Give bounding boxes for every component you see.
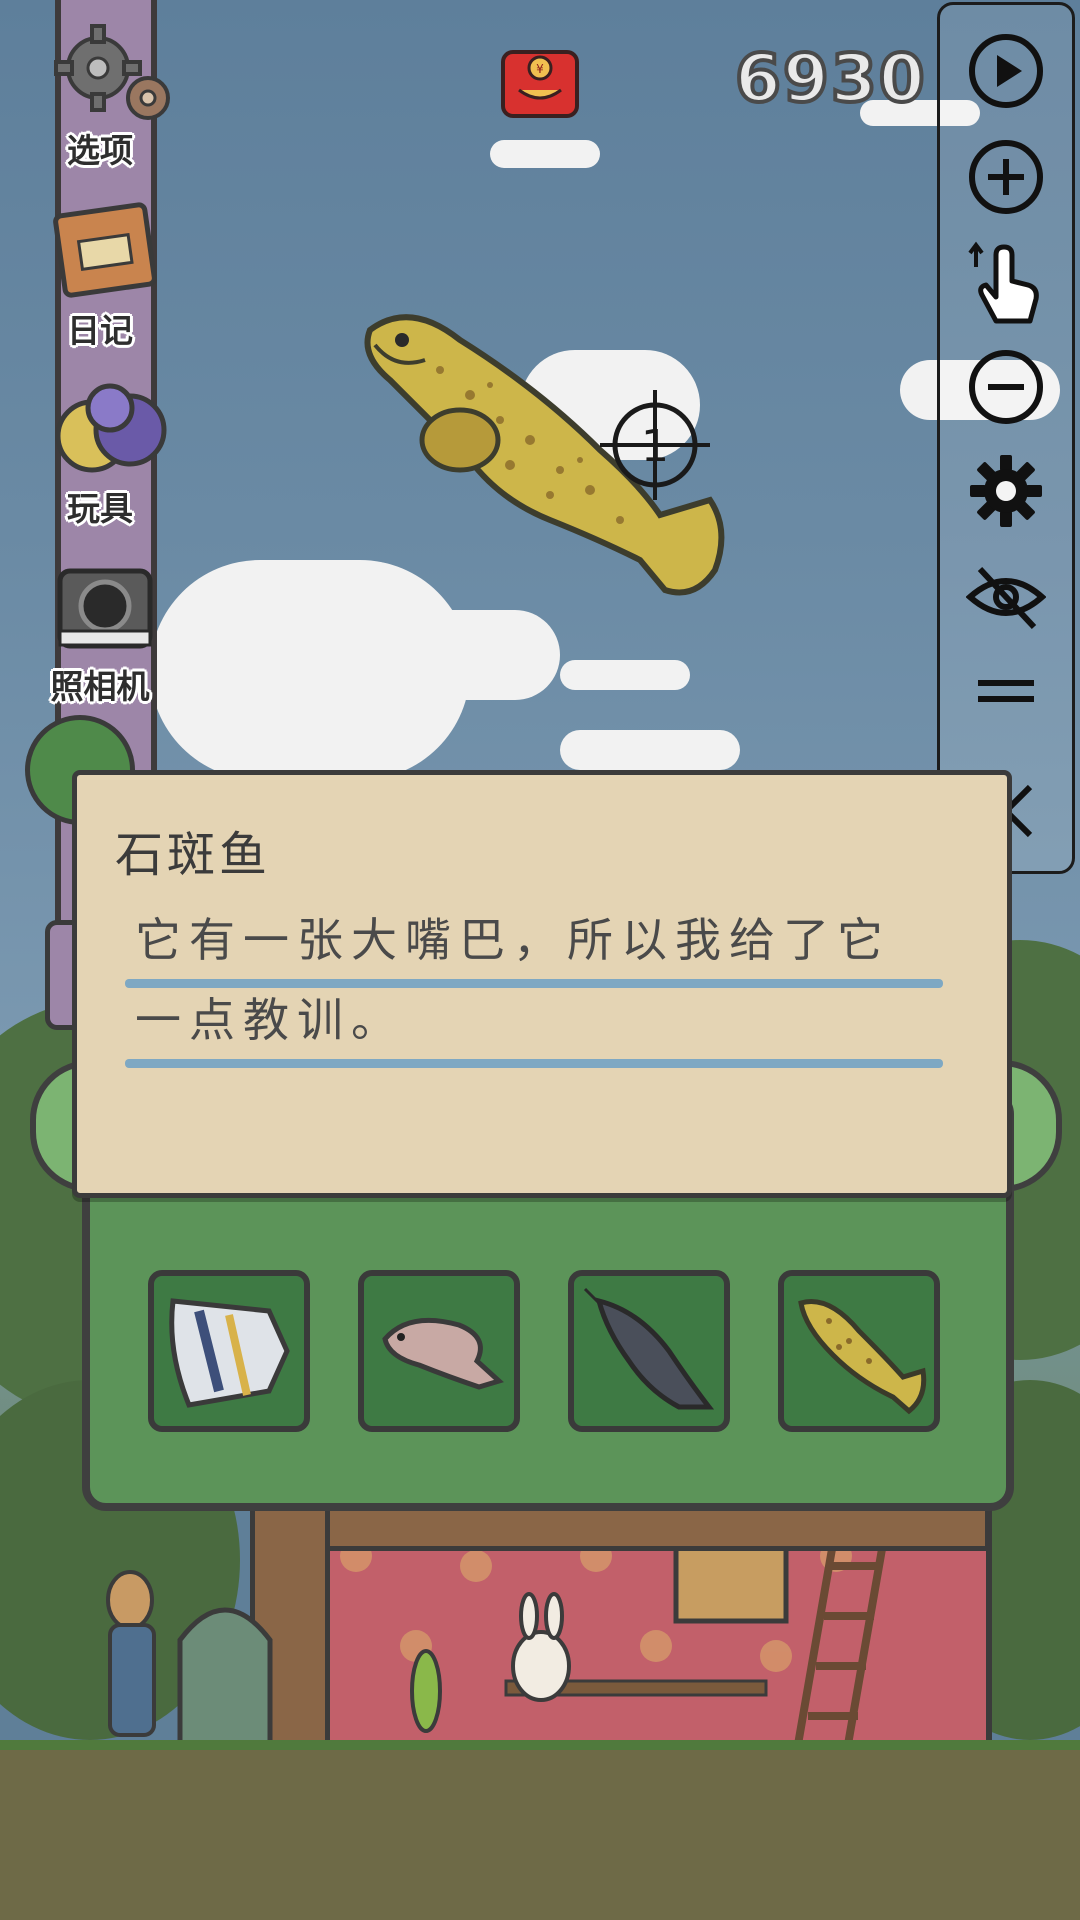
menu-item-camera[interactable]: 照相机 <box>25 556 175 708</box>
rabbit-character <box>511 1592 571 1702</box>
hide-eye-icon <box>965 566 1047 630</box>
collection-slot-triggerfish[interactable] <box>148 1270 310 1432</box>
settings-button[interactable] <box>966 451 1046 531</box>
zoom-out-button[interactable] <box>966 347 1046 427</box>
fish-description-line-2: 一点教训。 <box>135 993 405 1047</box>
target-crosshair: 1 <box>600 390 710 500</box>
flounder-icon <box>382 1317 504 1390</box>
zoom-in-button[interactable] <box>966 137 1046 217</box>
turtle-character <box>410 1649 442 1733</box>
toys-icon <box>50 378 167 478</box>
svg-text:¥: ¥ <box>536 62 544 76</box>
swipe-hand-icon <box>968 241 1039 324</box>
cloud <box>490 140 600 168</box>
collection-slot-grouper[interactable] <box>778 1270 940 1432</box>
catfish-icon <box>583 1287 715 1410</box>
menu-label-camera: 照相机 <box>50 667 150 706</box>
ground <box>0 1750 1080 1920</box>
menu-label-diary: 日记 <box>67 311 133 350</box>
red-envelope-icon: ¥ <box>501 50 579 118</box>
play-icon <box>969 34 1043 108</box>
menu-label-options: 选项 <box>67 131 133 170</box>
zoom-out-icon <box>969 350 1043 424</box>
drag-handle[interactable] <box>966 673 1046 713</box>
zoom-in-icon <box>969 140 1043 214</box>
triggerfish-icon <box>169 1298 290 1408</box>
grouper-icon <box>798 1299 927 1415</box>
drag-handle-icon <box>978 680 1034 702</box>
cloud <box>560 660 690 690</box>
hide-ui-button[interactable] <box>965 557 1047 637</box>
play-button[interactable] <box>966 31 1046 111</box>
door <box>177 1607 273 1750</box>
menu-item-toys[interactable]: 玩具 <box>25 378 175 530</box>
collection-slot-flounder[interactable] <box>358 1270 520 1432</box>
diary-icon <box>50 200 157 300</box>
menu-item-options[interactable]: 选项 <box>25 20 175 172</box>
svg-text:1: 1 <box>641 421 669 472</box>
fish-description-line-1: 它有一张大嘴巴，所以我给了它 <box>135 913 891 967</box>
control-panel <box>937 2 1075 874</box>
coin-counter: 6930 <box>733 38 927 119</box>
settings-icon <box>970 455 1042 527</box>
menu-label-toys: 玩具 <box>67 489 133 528</box>
collection-slot-catfish[interactable] <box>568 1270 730 1432</box>
deer-character <box>106 1570 156 1737</box>
camera-icon <box>50 556 153 656</box>
fish-name-title: 石斑鱼 <box>115 827 272 883</box>
swipe-gesture-button[interactable] <box>966 241 1046 324</box>
fish-info-dialog[interactable]: 石斑鱼 它有一张大嘴巴，所以我给了它 一点教训。 <box>72 770 1012 1198</box>
cloud <box>560 730 740 770</box>
menu-item-diary[interactable]: 日记 <box>25 200 175 352</box>
gear-icon <box>50 20 170 120</box>
text-rule <box>125 1059 943 1068</box>
red-envelope-button[interactable]: ¥ <box>497 46 583 122</box>
